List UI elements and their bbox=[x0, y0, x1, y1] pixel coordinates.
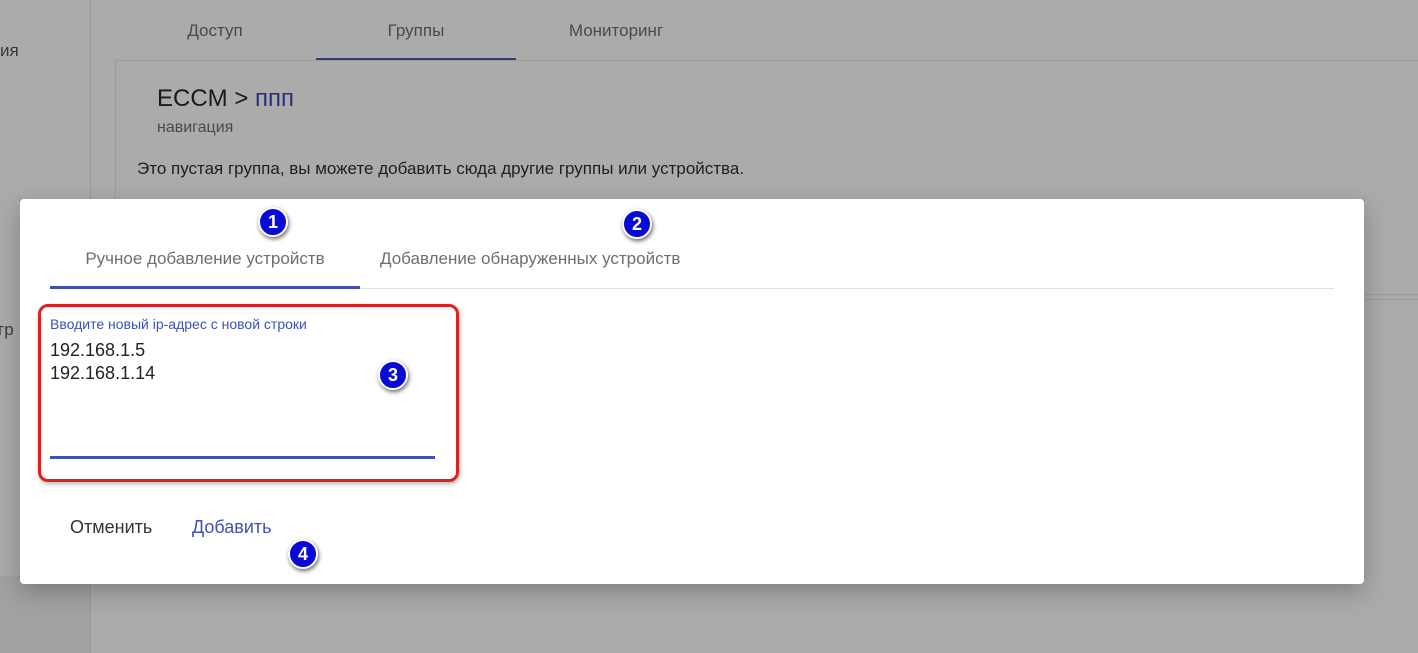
sidebar-item-label: гр bbox=[0, 320, 14, 339]
breadcrumb-root[interactable]: ECCM bbox=[157, 85, 228, 112]
tab-manual-add[interactable]: Ручное добавление устройств bbox=[50, 229, 360, 289]
empty-group-message: Это пустая группа, вы можете добавить сю… bbox=[137, 159, 745, 178]
marker-1: 1 bbox=[258, 207, 288, 237]
tab-groups[interactable]: Группы bbox=[316, 0, 516, 60]
add-devices-dialog: Ручное добавление устройств Добавление о… bbox=[20, 199, 1364, 584]
add-button[interactable]: Добавить bbox=[192, 517, 272, 538]
breadcrumb-current[interactable]: ппп bbox=[255, 85, 294, 112]
tab-discovered-add[interactable]: Добавление обнаруженных устройств bbox=[380, 229, 720, 288]
dialog-tabs: Ручное добавление устройств Добавление о… bbox=[50, 229, 1334, 289]
sidebar-footer bbox=[0, 576, 90, 653]
marker-2: 2 bbox=[622, 209, 652, 239]
breadcrumb-separator: > bbox=[234, 85, 249, 112]
page-subtitle: навигация bbox=[157, 119, 234, 136]
tab-access[interactable]: Доступ bbox=[115, 0, 315, 60]
main-tabs: Доступ Группы Мониторинг bbox=[115, 0, 1418, 60]
cancel-button[interactable]: Отменить bbox=[70, 517, 152, 538]
ip-input-label: Вводите новый ip-адрес с новой строки bbox=[50, 316, 307, 332]
marker-3: 3 bbox=[378, 360, 408, 390]
marker-4: 4 bbox=[288, 539, 318, 569]
ip-address-textarea[interactable] bbox=[50, 339, 435, 459]
tab-monitoring[interactable]: Мониторинг bbox=[516, 0, 716, 60]
sidebar-item-label: ия bbox=[0, 41, 19, 60]
breadcrumb: ECCM > ппп bbox=[157, 85, 294, 113]
